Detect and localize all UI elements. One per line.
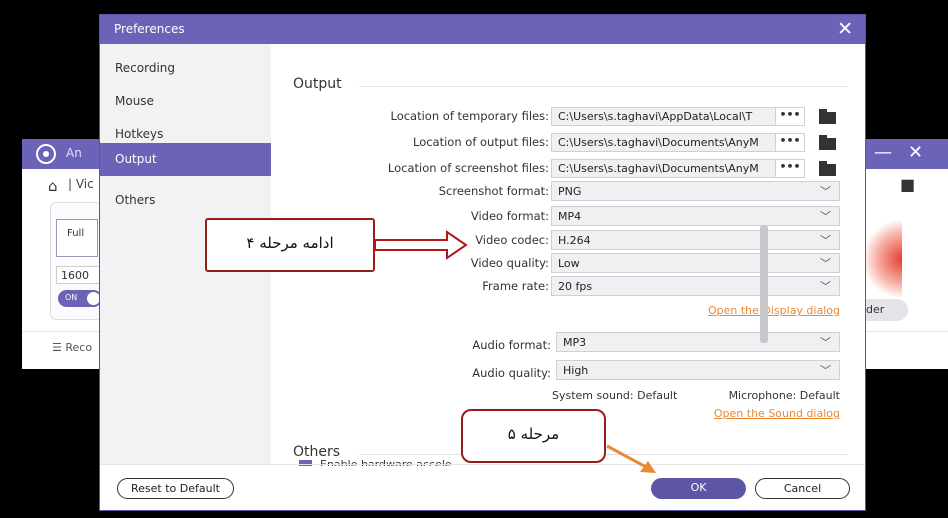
video-codec-label: Video codec: [475, 233, 549, 247]
recording-history-label: Reco [65, 341, 93, 354]
frame-rate-value: 20 fps [558, 280, 593, 293]
folder-icon[interactable] [819, 109, 836, 124]
sidebar-item-mouse[interactable]: Mouse [100, 85, 271, 118]
video-quality-value: Low [558, 257, 580, 270]
screen: An — ✕ ⌂ | Vic ■ Full 1600 ON der ☰ Reco… [0, 0, 948, 518]
browse-temp-button[interactable]: ••• [775, 107, 805, 126]
video-format-value: MP4 [558, 210, 582, 223]
minimize-icon[interactable]: — [874, 142, 892, 163]
screenshot-format-select[interactable]: PNG ﹀ [551, 181, 840, 201]
screenshot-files-label: Location of screenshot files: [387, 161, 549, 175]
frame-rate-select[interactable]: 20 fps ﹀ [551, 276, 840, 296]
sidebar-item-others[interactable]: Others [100, 184, 271, 217]
toggle-label: ON [65, 293, 78, 302]
open-display-dialog-link[interactable]: Open the Display dialog [708, 304, 840, 317]
camera-icon[interactable]: ■ [900, 175, 915, 194]
folder-icon[interactable] [819, 135, 836, 150]
close-icon[interactable]: ✕ [837, 18, 853, 40]
callout-step5: مرحله ۵ [461, 409, 606, 463]
dialog-title: Preferences [114, 22, 185, 36]
ok-button[interactable]: OK [651, 478, 746, 499]
footer-divider [100, 464, 865, 465]
list-icon: ☰ [52, 341, 66, 354]
folder-icon[interactable] [819, 161, 836, 176]
full-screen-option[interactable]: Full [56, 219, 98, 257]
audio-format-label: Audio format: [472, 338, 551, 352]
screenshot-format-label: Screenshot format: [438, 184, 549, 198]
video-codec-value: H.264 [558, 234, 591, 247]
output-files-path[interactable]: C:\Users\s.taghavi\Documents\AnyM [551, 133, 777, 152]
record-logo-icon [36, 144, 56, 164]
open-sound-dialog-link[interactable]: Open the Sound dialog [714, 407, 840, 420]
video-codec-select[interactable]: H.264 ﹀ [551, 230, 840, 250]
temp-files-path[interactable]: C:\Users\s.taghavi\AppData\Local\T [551, 107, 777, 126]
background-nav-text: | Vic [68, 177, 94, 191]
record-button-glow [862, 219, 902, 299]
hardware-accel-checkbox[interactable] [299, 460, 312, 466]
temp-files-label: Location of temporary files: [390, 109, 549, 123]
recording-history-link[interactable]: ☰ Reco [52, 341, 92, 354]
video-quality-select[interactable]: Low ﹀ [551, 253, 840, 273]
section-divider [359, 86, 847, 87]
audio-quality-value: High [563, 364, 589, 377]
callout-step4: ادامه مرحله ۴ [205, 218, 375, 272]
browse-output-button[interactable]: ••• [775, 133, 805, 152]
chevron-down-icon: ﹀ [820, 364, 831, 377]
on-toggle[interactable]: ON [58, 290, 102, 307]
screenshot-format-value: PNG [558, 185, 582, 198]
scrollbar[interactable] [760, 225, 768, 343]
home-icon[interactable]: ⌂ [48, 177, 58, 195]
video-format-select[interactable]: MP4 ﹀ [551, 206, 840, 226]
sidebar-item-recording[interactable]: Recording [100, 52, 271, 85]
screenshot-files-path[interactable]: C:\Users\s.taghavi\Documents\AnyM [551, 159, 777, 178]
frame-rate-label: Frame rate: [482, 279, 549, 293]
video-format-label: Video format: [470, 209, 549, 223]
video-quality-label: Video quality: [470, 256, 549, 270]
reset-to-default-button[interactable]: Reset to Default [117, 478, 234, 499]
chevron-down-icon: ﹀ [820, 280, 831, 293]
browse-screenshot-button[interactable]: ••• [775, 159, 805, 178]
chevron-down-icon: ﹀ [820, 234, 831, 247]
audio-quality-select[interactable]: High ﹀ [556, 360, 840, 380]
chevron-down-icon: ﹀ [820, 257, 831, 270]
chevron-down-icon: ﹀ [820, 210, 831, 223]
chevron-down-icon: ﹀ [820, 185, 831, 198]
close-icon[interactable]: ✕ [908, 142, 923, 163]
cancel-button[interactable]: Cancel [755, 478, 850, 499]
sidebar-item-output[interactable]: Output [100, 143, 271, 176]
output-files-label: Location of output files: [412, 135, 549, 149]
background-app-name: An [66, 146, 82, 160]
audio-format-value: MP3 [563, 336, 587, 349]
microphone-status: Microphone: Default [728, 389, 840, 402]
audio-quality-label: Audio quality: [472, 366, 551, 380]
chevron-down-icon: ﹀ [820, 336, 831, 349]
output-heading: Output [293, 76, 342, 92]
system-sound-status: System sound: Default [552, 389, 678, 402]
dialog-titlebar: Preferences ✕ [100, 15, 865, 44]
resolution-field[interactable]: 1600 [56, 266, 100, 284]
audio-format-select[interactable]: MP3 ﹀ [556, 332, 840, 352]
